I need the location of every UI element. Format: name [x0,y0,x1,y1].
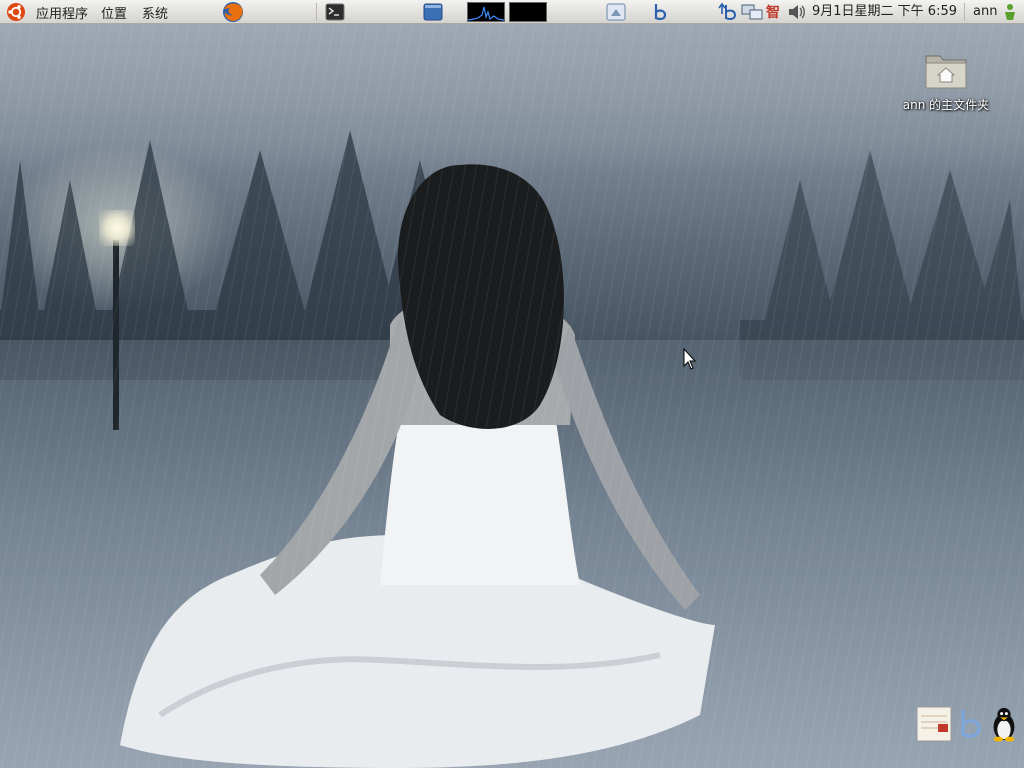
bluetooth-b-icon[interactable] [956,706,986,742]
clock[interactable]: 9月1日星期二 下午 6:59 [812,0,957,24]
ubuntu-logo-icon[interactable] [4,0,28,24]
screenshot-app-icon[interactable] [605,0,627,24]
panel-separator [964,3,965,21]
menu-system[interactable]: 系统 [142,0,168,24]
bluetooth-b-icon[interactable] [650,0,670,24]
network-icon[interactable] [741,0,763,24]
memory-monitor-graph[interactable] [509,2,547,22]
volume-icon[interactable] [786,0,808,24]
user-switcher[interactable]: ann [973,0,997,24]
desktop-icon-label: ann 的主文件夹 [902,98,990,112]
home-folder-icon [925,55,967,89]
desktop-icon-home[interactable]: ann 的主文件夹 [896,50,996,114]
panel-separator [316,3,317,21]
mouse-cursor-icon [683,348,697,370]
menu-places[interactable]: 位置 [101,0,127,24]
notepad-icon[interactable] [916,706,952,742]
tux-penguin-icon[interactable] [988,706,1020,742]
window-icon[interactable] [423,0,443,24]
rain-overlay [0,24,1024,768]
top-panel: 应用程序 位置 系统 智 9月1日星期二 下午 6:59 ann [0,0,1024,24]
bluetooth-tray-icon[interactable] [716,0,738,24]
input-method-icon[interactable]: 智 [766,0,780,24]
cpu-monitor-graph[interactable] [467,2,505,22]
terminal-icon[interactable] [325,0,345,24]
firefox-icon[interactable] [221,0,245,24]
menu-applications[interactable]: 应用程序 [36,0,88,24]
desktop-wallpaper [0,0,1024,768]
shutdown-icon[interactable] [1001,0,1019,24]
